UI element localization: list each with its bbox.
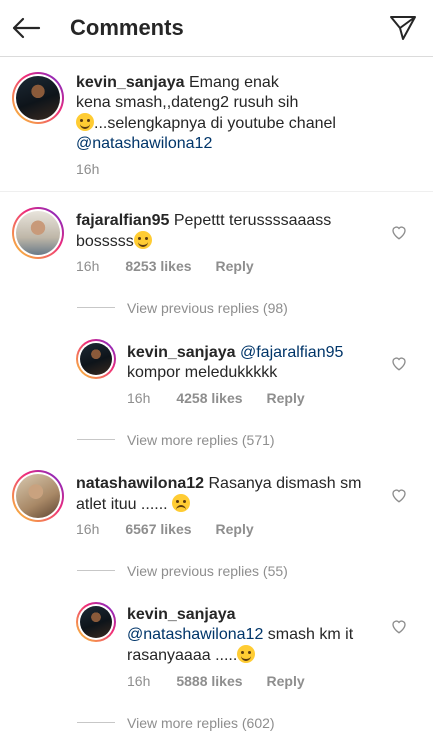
avatar[interactable] [12, 72, 64, 124]
likes-count[interactable]: 8253 likes [125, 258, 191, 274]
like-heart-icon[interactable] [390, 617, 408, 635]
caption-mention[interactable]: @natashawilona12 [76, 134, 376, 154]
reply-time: 16h [127, 390, 151, 406]
grinning-emoji-icon [237, 645, 256, 663]
like-heart-icon[interactable] [390, 223, 408, 241]
comments-header: Comments [0, 0, 433, 57]
avatar[interactable] [12, 470, 64, 522]
comment-time: 16h [76, 521, 100, 537]
thread-line [77, 722, 115, 723]
reply-button[interactable]: Reply [216, 521, 254, 537]
caption-divider [0, 191, 433, 192]
reply-meta: 16h 5888 likes Reply [127, 673, 305, 689]
crying-emoji-icon [172, 494, 191, 512]
comment-username[interactable]: natashawilona12 [76, 475, 204, 492]
likes-count[interactable]: 5888 likes [176, 673, 242, 689]
comment-time: 16h [76, 258, 100, 274]
like-heart-icon[interactable] [390, 486, 408, 504]
thread-line [77, 439, 115, 440]
view-more-replies-link[interactable]: View more replies (602) [127, 715, 275, 731]
avatar[interactable] [12, 207, 64, 259]
comment-username[interactable]: fajaralfian95 [76, 212, 169, 229]
reply-username[interactable]: kevin_sanjaya [127, 605, 387, 625]
comment-meta: 16h 8253 likes Reply [76, 258, 254, 274]
thread-line [77, 570, 115, 571]
reply-text: kevin_sanjaya @natashawilona12 smash km … [127, 605, 387, 666]
reply-time: 16h [127, 673, 151, 689]
reply-meta: 16h 4258 likes Reply [127, 390, 305, 406]
likes-count[interactable]: 6567 likes [125, 521, 191, 537]
grinning-emoji-icon [76, 113, 94, 131]
reply-mention[interactable]: @natashawilona12 [127, 626, 263, 643]
send-icon[interactable] [386, 12, 420, 44]
reply-username[interactable]: kevin_sanjaya [127, 344, 236, 361]
reply-mention[interactable]: @fajaralfian95 [240, 344, 343, 361]
reply-button[interactable]: Reply [216, 258, 254, 274]
comment-text: natashawilona12 Rasanya dismash sm atlet… [76, 475, 362, 513]
reply-button[interactable]: Reply [267, 390, 305, 406]
reply-text: kevin_sanjaya @fajaralfian95 kompor mele… [127, 344, 344, 381]
caption-time: 16h [76, 161, 100, 177]
likes-count[interactable]: 4258 likes [176, 390, 242, 406]
avatar[interactable] [76, 602, 116, 642]
view-previous-replies-link[interactable]: View previous replies (55) [127, 563, 288, 579]
caption-text: kevin_sanjaya Emang enak kena smash,,dat… [76, 73, 376, 154]
view-more-replies-link[interactable]: View more replies (571) [127, 432, 275, 448]
back-arrow-icon[interactable] [8, 12, 44, 44]
comment-meta: 16h 6567 likes Reply [76, 521, 254, 537]
caption-username[interactable]: kevin_sanjaya [76, 74, 185, 91]
comment-text: fajaralfian95 Pepettt terussssaaass boss… [76, 212, 332, 250]
page-title: Comments [70, 15, 184, 40]
like-heart-icon[interactable] [390, 354, 408, 372]
reply-button[interactable]: Reply [267, 673, 305, 689]
avatar[interactable] [76, 339, 116, 379]
view-previous-replies-link[interactable]: View previous replies (98) [127, 300, 288, 316]
grinning-emoji-icon [133, 231, 152, 249]
thread-line [77, 307, 115, 308]
